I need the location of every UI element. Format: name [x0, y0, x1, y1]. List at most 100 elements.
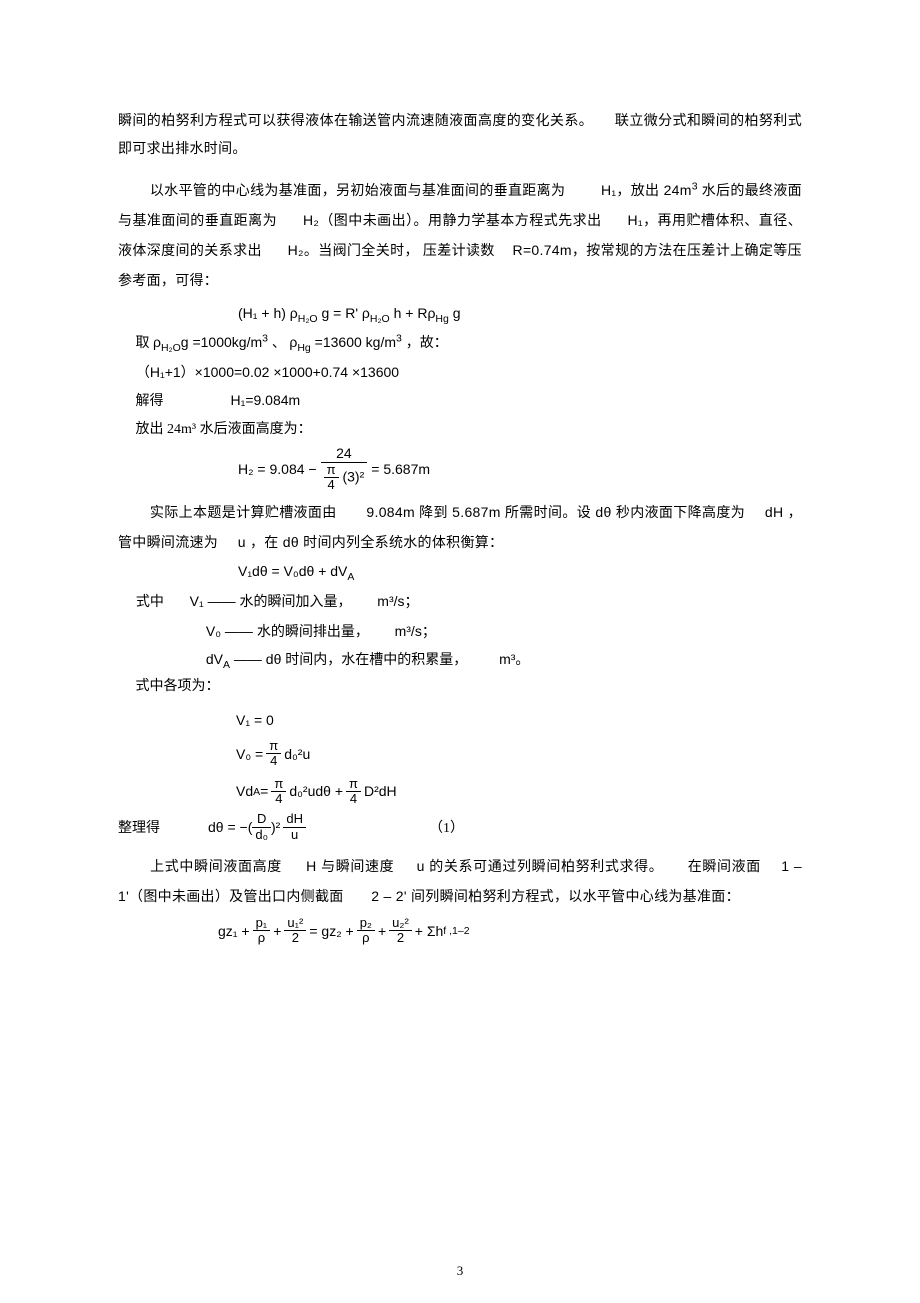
equation-hydrostatic: (H₁ + h) ρH₂O g = R' ρH₂O h + RρHg g [238, 302, 802, 324]
plus1: + [273, 923, 281, 939]
paragraph-4: 上式中瞬间液面高度 H 与瞬间速度 u 的关系可通过列瞬间柏努利式求得。 在瞬间… [118, 852, 802, 912]
h2-four: 4 [324, 478, 339, 492]
eq1-sub2: H₂O [370, 313, 390, 325]
t4-d: )² [271, 819, 280, 835]
p4-c: u 的关系可通过列瞬间柏努利式求得。 [417, 858, 664, 874]
page-number-value: 3 [457, 1263, 464, 1278]
t4-d0: d₀ [252, 828, 271, 842]
def-v0: V₀ —— 水的瞬间排出量， m³/s； [118, 617, 802, 645]
eq1-sub1: H₂O [298, 313, 318, 325]
h2-num: 24 [321, 446, 368, 462]
eq1-b: g = R' ρ [321, 305, 369, 321]
p2-a: 以水平管的中心线为基准面，另初始液面与基准面间的垂直距离为 [150, 184, 565, 199]
t3-frac2: π 4 [346, 777, 361, 807]
line-take-rho: 取 ρH₂Og =1000kg/m3 、 ρHg =13600 kg/m3 ，故… [118, 328, 802, 358]
t4-frac2: dH u [283, 812, 306, 842]
p3-a: 实际上本题是计算贮槽液面由 [150, 506, 337, 521]
t4-dH: dH [283, 812, 306, 827]
equation-h2: H₂ = 9.084 − 24 π 4 (3)² = 5.687m [238, 446, 802, 492]
eq1-part1: (H₁ + h) ρH₂O g = R' ρH₂O h + RρHg g [238, 305, 461, 321]
def-va-a: dV [206, 651, 223, 667]
def-va-b: —— dθ 时间内，水在槽中的积累量， [234, 651, 467, 667]
t1-eq: V₁ = 0 [236, 712, 274, 728]
equation-bernoulli: gz₁ + p₁ ρ + u₁² 2 = gz₂ + p₂ ρ + u₂² 2 … [218, 916, 802, 946]
terms-label: 式中各项为： [136, 679, 220, 694]
p4-b: H 与瞬间速度 [306, 858, 394, 874]
sup3c: 3 [396, 333, 402, 345]
h2-left: H₂ = 9.084 − [238, 458, 317, 480]
line-numeric: （H₁+1）×1000=0.02 ×1000+0.74 ×13600 [118, 358, 802, 386]
term-vda: VdA = π 4 d₀²udθ + π 4 D²dH [236, 771, 802, 807]
sup3b: 3 [262, 333, 268, 345]
t4-D: D [252, 812, 271, 827]
paragraph-3: 实际上本题是计算贮槽液面由 9.084m 降到 5.687m 所需时间。设 dθ… [118, 498, 802, 558]
h2-paren: (3)² [342, 468, 364, 484]
rho-sym1: ρ [153, 334, 161, 350]
paragraph-1: 瞬间的柏努利方程式可以获得液体在输送管内流速随液面高度的变化关系。 联立微分式和… [118, 108, 802, 164]
bern-sum: + Σh [415, 923, 444, 939]
p2-d: H₂（图中未画出）。用静力学基本方程式先求出 [303, 212, 602, 228]
t3-pi1: π [271, 777, 286, 792]
def-v1: 式中 V₁ —— 水的瞬间加入量， m³/s； [118, 587, 802, 617]
bern-frac-p2: p₂ ρ [357, 916, 375, 946]
sym-h1: H₁，放出 24m [601, 182, 692, 198]
def-v0-unit: m³/s； [395, 623, 436, 639]
def-v1-text: V₁ —— 水的瞬间加入量， [190, 593, 352, 609]
rho-val1: g =1000kg/m [181, 334, 262, 350]
def-v0-text: V₀ —— 水的瞬间排出量， [206, 623, 369, 639]
numeric-eq: （H₁+1）×1000=0.02 ×1000+0.74 ×13600 [136, 364, 399, 380]
bern-rho2: ρ [357, 931, 375, 945]
sup-3: 3 [692, 180, 698, 192]
eq-number-1: （1） [429, 817, 464, 837]
t3-b: = [260, 780, 268, 802]
t4-u: u [283, 828, 306, 842]
rho-sub1: H₂O [161, 342, 181, 354]
def-va-sub: A [223, 659, 230, 671]
t3-a: Vd [236, 780, 253, 802]
eqvol-sub: A [347, 571, 354, 583]
t2-pi: π [266, 739, 281, 754]
term-dtheta-row: 整理得 dθ = −( D d₀ )² dH u （1） [118, 806, 802, 842]
rho-sub2: Hg [297, 342, 310, 354]
bern-p2: p₂ [357, 916, 375, 931]
eq1-a: (H₁ + h) ρ [238, 305, 298, 321]
t2-four: 4 [266, 754, 281, 768]
bern-frac-u1: u₁² 2 [284, 916, 306, 946]
solved-val: H₁=9.084m [231, 392, 301, 408]
bern-two2: 2 [389, 931, 412, 945]
t2-a: V₀ = [236, 743, 263, 765]
t3-frac1: π 4 [271, 777, 286, 807]
p1-text: 瞬间的柏努利方程式可以获得液体在输送管内流速随液面高度的变化关系。 联立微分式和… [118, 114, 802, 157]
line-solved: 解得 H₁=9.084m [118, 386, 802, 416]
def-va: dVA —— dθ 时间内，水在槽中的积累量， m³。 [118, 645, 802, 673]
p2-f: H₂。当阀门全关时， [288, 242, 419, 258]
h2-den: π 4 (3)² [321, 463, 368, 493]
p3-d: u ，在 dθ 时间内列全系统水的体积衡算： [238, 534, 504, 550]
bern-p1: p₁ [253, 916, 271, 931]
h2-pi: π [324, 463, 339, 478]
h2-inner-frac: π 4 [324, 463, 339, 493]
arrange-label: 整理得 [118, 817, 160, 837]
bern-eq: = gz₂ + [309, 923, 353, 939]
terms-label-line: 式中各项为： [118, 673, 802, 701]
t3-d: D²dH [364, 780, 397, 802]
term-v1: V₁ = 0 [236, 703, 802, 731]
eq1-c: h + Rρ [394, 305, 436, 321]
h2-frac-outer: 24 π 4 (3)² [321, 446, 368, 492]
h2-result: = 5.687m [371, 458, 430, 480]
punct: 、 [272, 336, 286, 351]
gu-text: ，故： [406, 336, 448, 351]
t2-frac: π 4 [266, 739, 281, 769]
eq1-d: g [453, 305, 461, 321]
t3-four2: 4 [346, 792, 361, 806]
bern-frac-u2: u₂² 2 [389, 916, 412, 946]
p4-f: 2 – 2' 间列瞬间柏努利方程式，以水平管中心线为基准面： [371, 888, 740, 904]
term-v0: V₀ = π 4 d₀²u [236, 733, 802, 769]
bern-u1: u₁² [284, 916, 306, 931]
def-va-unit: m³。 [499, 651, 529, 667]
p4-a: 上式中瞬间液面高度 [150, 860, 282, 875]
rho-val2: =13600 kg/m [311, 334, 396, 350]
p3-b: 9.084m 降到 5.687m 所需时间。设 dθ 秒内液面下降高度为 [366, 504, 745, 520]
equation-volume-balance: V₁dθ = V₀dθ + dVA [238, 560, 802, 582]
bern-gz1: gz₁ + [218, 923, 250, 939]
